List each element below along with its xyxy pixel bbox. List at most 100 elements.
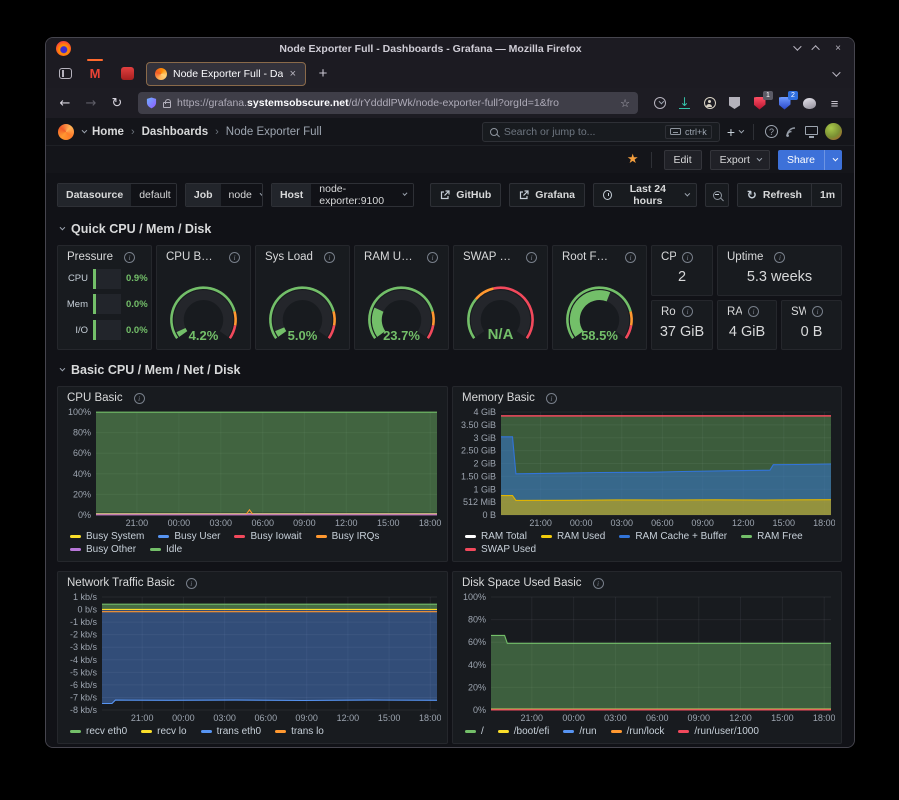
back-button[interactable]: ← xyxy=(54,92,76,114)
display-button[interactable] xyxy=(805,129,818,135)
downloads-button[interactable]: ↓ xyxy=(677,96,692,111)
legend-item[interactable]: Idle xyxy=(150,544,182,555)
info-icon[interactable] xyxy=(774,252,785,263)
x-tick-label: 03:00 xyxy=(604,713,627,723)
info-icon[interactable] xyxy=(526,252,537,263)
legend-item[interactable]: /run/lock xyxy=(611,726,665,737)
legend-item[interactable]: / xyxy=(465,726,484,737)
gauge-value: 5.0% xyxy=(260,328,345,343)
grafana-logo-icon[interactable] xyxy=(58,124,74,140)
info-icon[interactable] xyxy=(324,252,335,263)
user-avatar[interactable] xyxy=(825,123,842,140)
legend-item[interactable]: trans eth0 xyxy=(201,726,261,737)
breadcrumb-dashboards[interactable]: Dashboards xyxy=(142,126,208,138)
legend-item[interactable]: recv lo xyxy=(141,726,186,737)
datasource-dropdown[interactable]: default xyxy=(131,184,177,206)
sidebar-toggle-button[interactable] xyxy=(54,63,76,85)
legend-item[interactable]: Busy User xyxy=(158,531,220,542)
maximize-button[interactable] xyxy=(811,43,823,54)
bookmark-star-icon[interactable]: ☆ xyxy=(620,97,630,110)
extension-button-red[interactable]: 1 xyxy=(752,96,767,111)
info-icon[interactable] xyxy=(186,578,197,589)
tracking-protection-shield-icon[interactable] xyxy=(146,97,157,109)
pinned-tab-gmail[interactable]: M xyxy=(82,62,108,86)
x-tick-label: 18:00 xyxy=(419,713,441,723)
breadcrumb-home[interactable]: Home xyxy=(92,126,124,138)
legend-item[interactable]: /boot/efi xyxy=(498,726,550,737)
legend-item[interactable]: Busy Iowait xyxy=(234,531,301,542)
help-button[interactable]: ? xyxy=(765,125,778,138)
legend-item[interactable]: SWAP Used xyxy=(465,544,536,555)
account-button[interactable] xyxy=(702,96,717,111)
info-icon[interactable] xyxy=(682,252,693,263)
info-icon[interactable] xyxy=(229,252,240,263)
job-dropdown[interactable]: node xyxy=(221,184,263,206)
extension-button-blue[interactable]: 2 xyxy=(777,96,792,111)
info-icon[interactable] xyxy=(812,306,823,317)
reload-button[interactable]: ↻ xyxy=(106,92,128,114)
disk-space-legend: / /boot/efi/run/run/lock/run/user/1000 xyxy=(453,724,841,743)
zoom-out-button[interactable] xyxy=(705,183,728,207)
add-menu-button[interactable]: + xyxy=(727,124,742,140)
active-tab[interactable]: Node Exporter Full - Dashbo × xyxy=(146,62,306,86)
lock-icon[interactable] xyxy=(163,102,171,108)
info-icon[interactable] xyxy=(546,393,557,404)
info-icon[interactable] xyxy=(682,306,693,317)
share-button[interactable]: Share xyxy=(778,150,824,170)
x-tick-label: 06:00 xyxy=(646,713,669,723)
section-basic-cpu-mem-net-disk[interactable]: Basic CPU / Mem / Net / Disk xyxy=(59,360,842,380)
favorite-star-button[interactable]: ★ xyxy=(627,152,639,167)
info-icon[interactable] xyxy=(134,393,145,404)
grafana-link-button[interactable]: Grafana xyxy=(509,183,585,207)
legend-item[interactable]: /run/user/1000 xyxy=(678,726,759,737)
info-icon[interactable] xyxy=(593,578,604,589)
url-bar[interactable]: https://grafana.systemsobscure.net/d/rYd… xyxy=(138,92,638,114)
extension-button-1[interactable] xyxy=(727,96,742,111)
refresh-button[interactable]: ↻Refresh xyxy=(738,184,811,206)
x-tick-label: 06:00 xyxy=(651,518,674,528)
legend-item[interactable]: RAM Free xyxy=(741,531,803,542)
legend-item[interactable]: recv eth0 xyxy=(70,726,127,737)
list-all-tabs-button[interactable] xyxy=(824,63,846,85)
collapse-chevron-icon xyxy=(60,366,66,372)
refresh-interval-dropdown[interactable]: 1m xyxy=(811,184,842,206)
legend-swatch xyxy=(150,548,161,551)
info-icon[interactable] xyxy=(748,306,759,317)
pocket-button[interactable] xyxy=(652,96,667,111)
legend-item[interactable]: RAM Used xyxy=(541,531,605,542)
legend-item[interactable]: RAM Total xyxy=(465,531,527,542)
x-tick-label: 03:00 xyxy=(611,518,634,528)
legend-item[interactable]: Busy Other xyxy=(70,544,136,555)
forward-button[interactable]: → xyxy=(80,92,102,114)
section-quick-cpu-mem-disk[interactable]: Quick CPU / Mem / Disk xyxy=(59,219,842,239)
y-tick-label: 40% xyxy=(468,660,486,670)
info-icon[interactable] xyxy=(124,252,135,263)
legend-item[interactable]: /run xyxy=(563,726,596,737)
close-button[interactable]: × xyxy=(832,43,844,54)
memory-basic-chart[interactable]: 4 GiB3.50 GiB3 GiB2.50 GiB2 GiB1.50 GiB1… xyxy=(455,407,835,529)
legend-item[interactable]: trans lo xyxy=(275,726,324,737)
legend-item[interactable]: Busy IRQs xyxy=(316,531,380,542)
info-icon[interactable] xyxy=(625,252,636,263)
tab-close-button[interactable]: × xyxy=(289,68,297,80)
minimize-button[interactable] xyxy=(790,43,802,54)
cpu-basic-chart[interactable]: 100%80%60%40%20%0%21:0000:0003:0006:0009… xyxy=(60,407,441,529)
edit-button[interactable]: Edit xyxy=(664,150,702,170)
new-tab-button[interactable]: + xyxy=(312,63,334,85)
pinned-tab-2[interactable] xyxy=(114,62,140,86)
host-dropdown[interactable]: node-exporter:9100 xyxy=(311,184,413,206)
share-menu-button[interactable] xyxy=(824,150,842,170)
time-range-picker[interactable]: Last 24 hours xyxy=(593,183,697,207)
legend-item[interactable]: Busy System xyxy=(70,531,144,542)
news-button[interactable] xyxy=(785,126,798,138)
menu-button[interactable]: ≡ xyxy=(827,96,842,111)
github-link-button[interactable]: GitHub xyxy=(430,183,501,207)
search-input[interactable]: Search or jump to... ctrl+k xyxy=(482,122,720,142)
legend-item[interactable]: RAM Cache + Buffer xyxy=(619,531,727,542)
x-tick-label: 15:00 xyxy=(771,713,794,723)
info-icon[interactable] xyxy=(427,252,438,263)
extension-button-paw[interactable] xyxy=(802,96,817,111)
export-button[interactable]: Export xyxy=(710,150,770,170)
disk-space-chart[interactable]: 100%80%60%40%20%0%21:0000:0003:0006:0009… xyxy=(455,592,835,724)
network-traffic-chart[interactable]: 1 kb/s0 b/s-1 kb/s-2 kb/s-3 kb/s-4 kb/s-… xyxy=(60,592,441,724)
